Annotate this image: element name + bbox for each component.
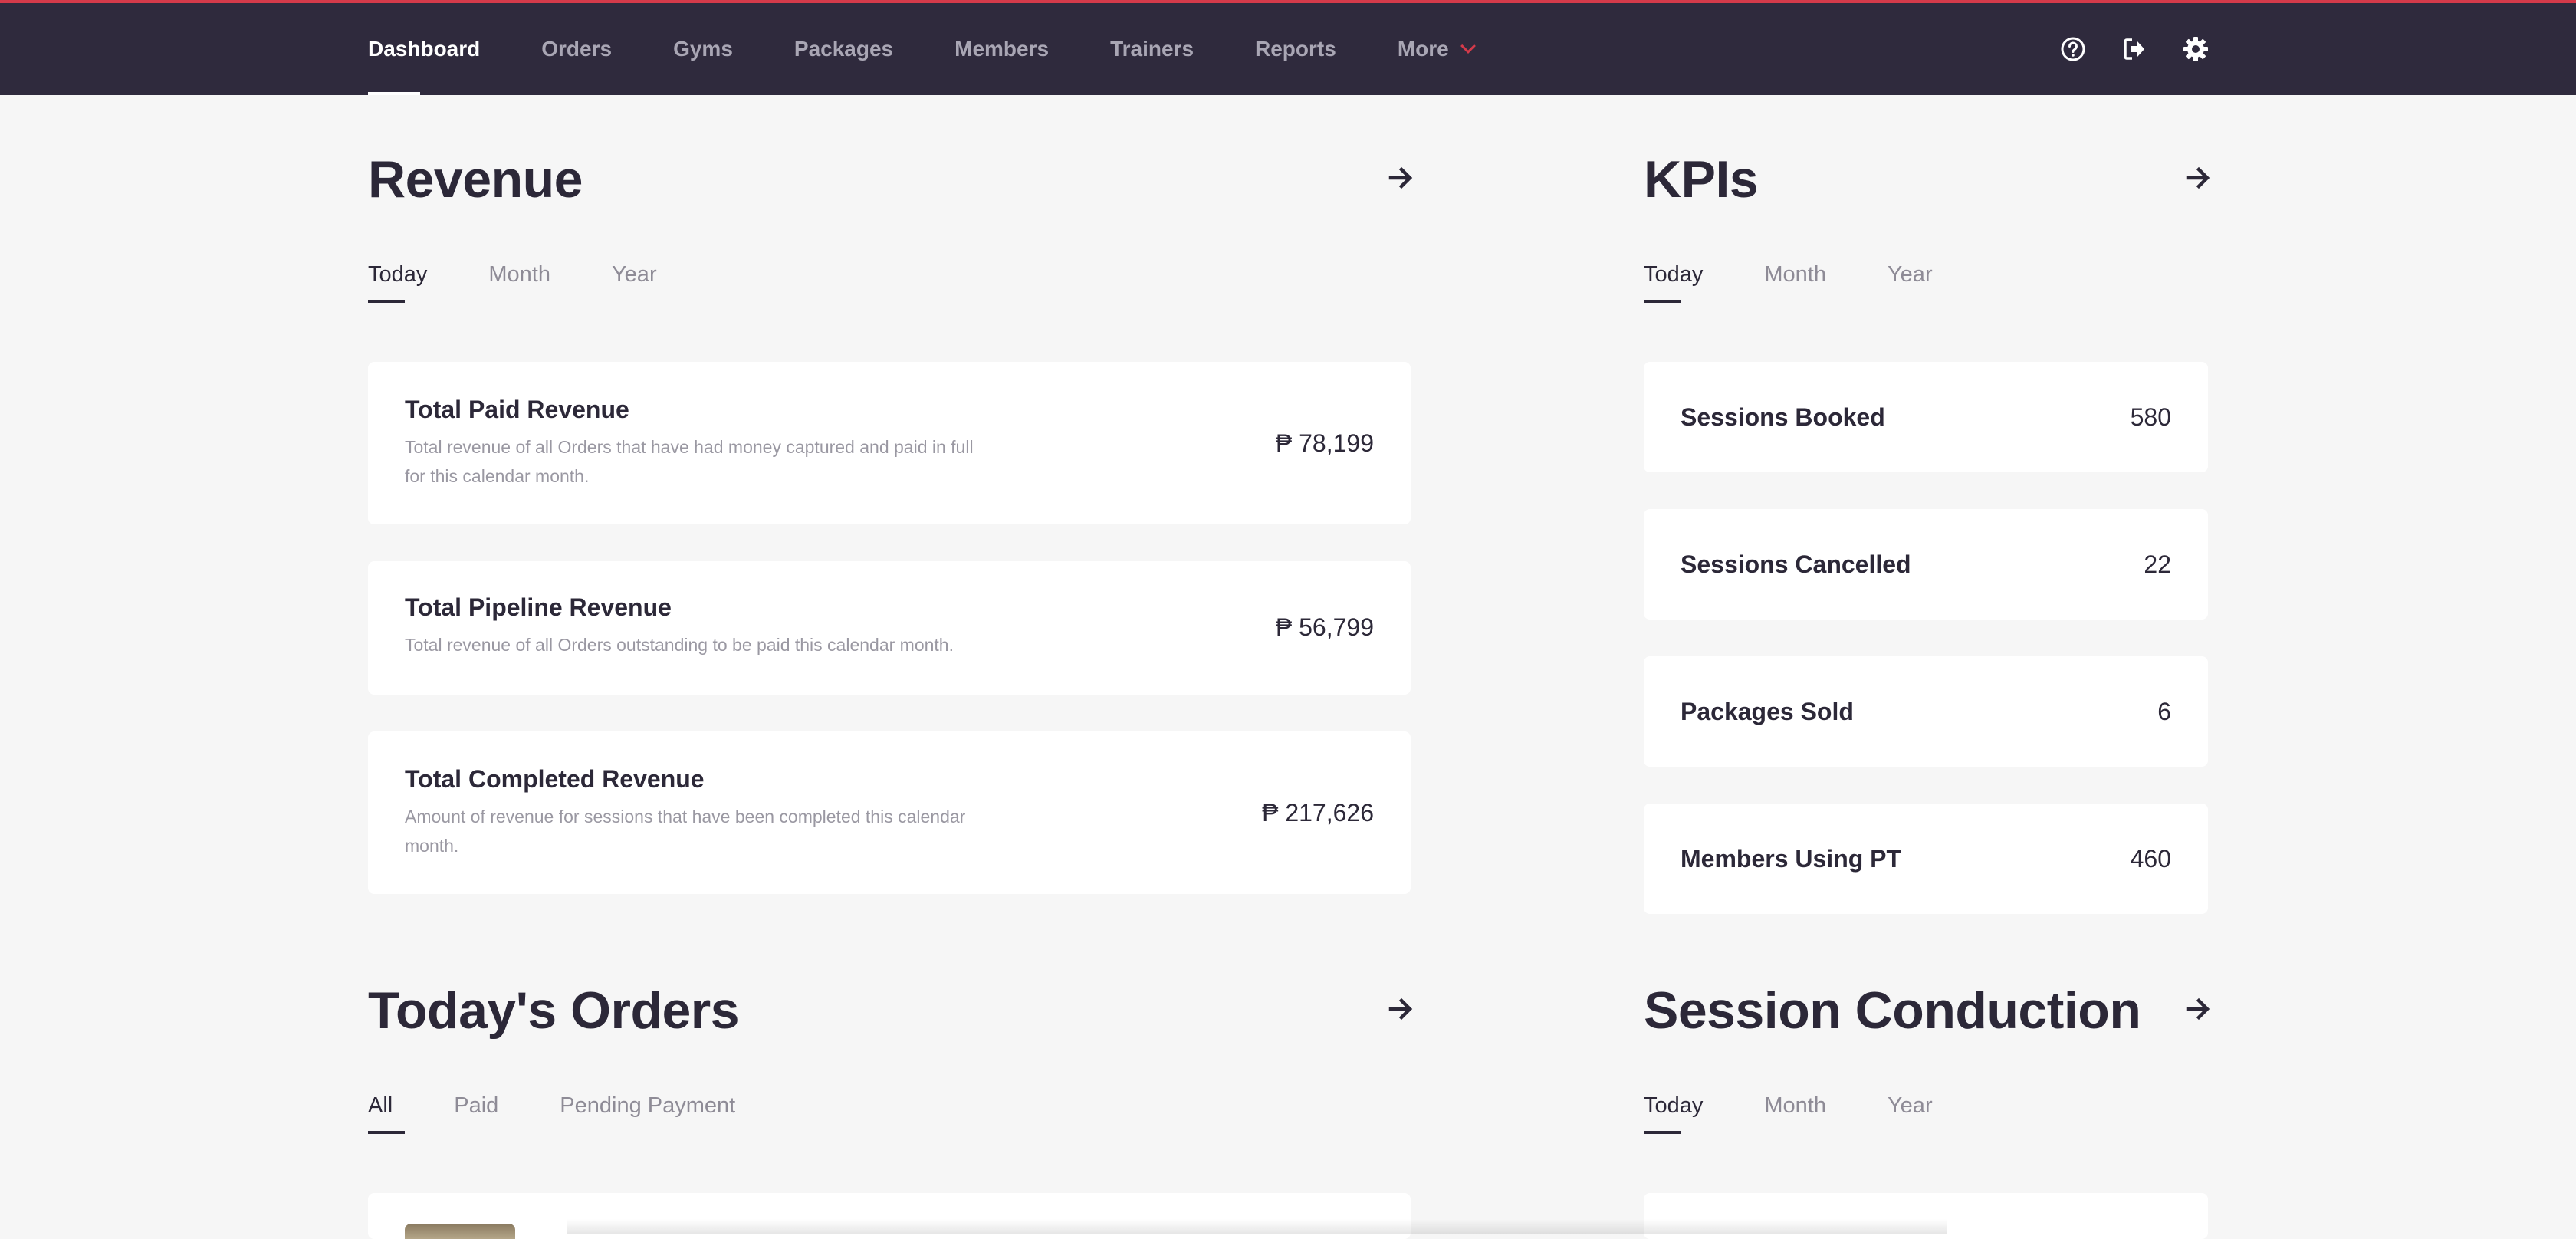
tab-month[interactable]: Month: [1764, 1093, 1826, 1134]
section-title: KPIs: [1644, 150, 1759, 209]
nav-label: Packages: [794, 37, 894, 61]
main-nav: Dashboard Orders Gyms Packages Members T…: [368, 3, 1535, 95]
kpi-card-members-using-pt[interactable]: Members Using PT 460: [1644, 804, 2208, 914]
kpi-tabs: Today Month Year: [1644, 262, 1994, 303]
tab-pending-payment[interactable]: Pending Payment: [560, 1093, 735, 1134]
nav-item-more[interactable]: More: [1397, 3, 1476, 95]
tab-all[interactable]: All: [368, 1093, 406, 1134]
session-conduction-section: Session Conduction Today Month Year: [1644, 981, 2210, 1239]
card-description: Total revenue of all Orders that have ha…: [405, 437, 974, 486]
nav-item-members[interactable]: Members: [955, 3, 1049, 95]
nav-label: Gyms: [673, 37, 733, 61]
nav-label: Trainers: [1110, 37, 1194, 61]
section-title: Today's Orders: [368, 981, 740, 1040]
kpi-value: 22: [2144, 550, 2171, 578]
nav-label: More: [1397, 37, 1449, 61]
nav-label: Orders: [541, 37, 613, 61]
gear-icon[interactable]: [2180, 34, 2211, 64]
nav-item-trainers[interactable]: Trainers: [1110, 3, 1194, 95]
arrow-right-icon[interactable]: [2185, 995, 2216, 1026]
arrow-right-icon[interactable]: [1388, 164, 1418, 195]
kpi-value: 460: [2130, 844, 2171, 873]
kpi-value: 580: [2130, 403, 2171, 431]
nav-item-dashboard[interactable]: Dashboard: [368, 3, 480, 95]
session-tabs: Today Month Year: [1644, 1093, 1994, 1134]
kpi-label: Members Using PT: [1681, 844, 1902, 873]
chevron-down-icon: [1460, 38, 1476, 54]
nav-label: Members: [955, 37, 1050, 61]
nav-item-orders[interactable]: Orders: [541, 3, 612, 95]
tab-today[interactable]: Today: [1644, 262, 1703, 303]
revenue-tabs: Today Month Year: [368, 262, 718, 303]
nav-item-reports[interactable]: Reports: [1255, 3, 1336, 95]
top-navbar: Dashboard Orders Gyms Packages Members T…: [0, 0, 2576, 95]
card-value: ₱ 217,626: [1262, 799, 1374, 827]
kpi-label: Sessions Cancelled: [1681, 550, 1911, 578]
arrow-right-icon[interactable]: [1388, 995, 1418, 1026]
kpi-card-sessions-booked[interactable]: Sessions Booked 580: [1644, 362, 2208, 472]
logout-icon[interactable]: [2119, 34, 2150, 64]
nav-label: Dashboard: [368, 37, 481, 61]
section-title: Session Conduction: [1644, 981, 2141, 1040]
kpis-section: KPIs Today Month Year Sessions Booked 58…: [1644, 150, 2210, 920]
revenue-section: Revenue Today Month Year Total Paid Reve…: [368, 150, 1413, 905]
kpi-label: Packages Sold: [1681, 697, 1854, 725]
kpi-value: 6: [2157, 697, 2171, 725]
orders-tabs: All Paid Pending Payment: [368, 1093, 797, 1134]
tab-today[interactable]: Today: [1644, 1093, 1703, 1134]
bottom-scroll-shadow: [567, 1219, 1947, 1234]
orders-section: Today's Orders All Paid Pending Payment: [368, 981, 1413, 1239]
revenue-card-completed[interactable]: Total Completed Revenue Amount of revenu…: [368, 731, 1411, 894]
tab-today[interactable]: Today: [368, 262, 427, 303]
card-title: Total Completed Revenue: [405, 765, 705, 793]
card-description: Amount of revenue for sessions that have…: [405, 807, 966, 856]
revenue-card-paid[interactable]: Total Paid Revenue Total revenue of all …: [368, 362, 1411, 524]
card-description: Total revenue of all Orders outstanding …: [405, 635, 954, 655]
help-circle-icon[interactable]: [2058, 34, 2088, 64]
card-value: ₱ 78,199: [1275, 429, 1374, 457]
nav-item-gyms[interactable]: Gyms: [673, 3, 733, 95]
tab-month[interactable]: Month: [1764, 262, 1826, 303]
nav-item-packages[interactable]: Packages: [794, 3, 893, 95]
card-title: Total Pipeline Revenue: [405, 593, 672, 621]
revenue-card-pipeline[interactable]: Total Pipeline Revenue Total revenue of …: [368, 561, 1411, 695]
kpi-card-packages-sold[interactable]: Packages Sold 6: [1644, 656, 2208, 767]
tab-year[interactable]: Year: [1888, 262, 1933, 303]
nav-icon-group: [2027, 3, 2211, 95]
section-title: Revenue: [368, 150, 583, 209]
order-thumbnail: [405, 1224, 515, 1239]
tab-paid[interactable]: Paid: [454, 1093, 498, 1134]
tab-month[interactable]: Month: [488, 262, 550, 303]
tab-year[interactable]: Year: [612, 262, 657, 303]
kpi-card-sessions-cancelled[interactable]: Sessions Cancelled 22: [1644, 509, 2208, 620]
kpi-label: Sessions Booked: [1681, 403, 1885, 431]
card-value: ₱ 56,799: [1275, 613, 1374, 641]
arrow-right-icon[interactable]: [2185, 164, 2216, 195]
nav-label: Reports: [1255, 37, 1336, 61]
card-title: Total Paid Revenue: [405, 396, 629, 423]
tab-year[interactable]: Year: [1888, 1093, 1933, 1134]
